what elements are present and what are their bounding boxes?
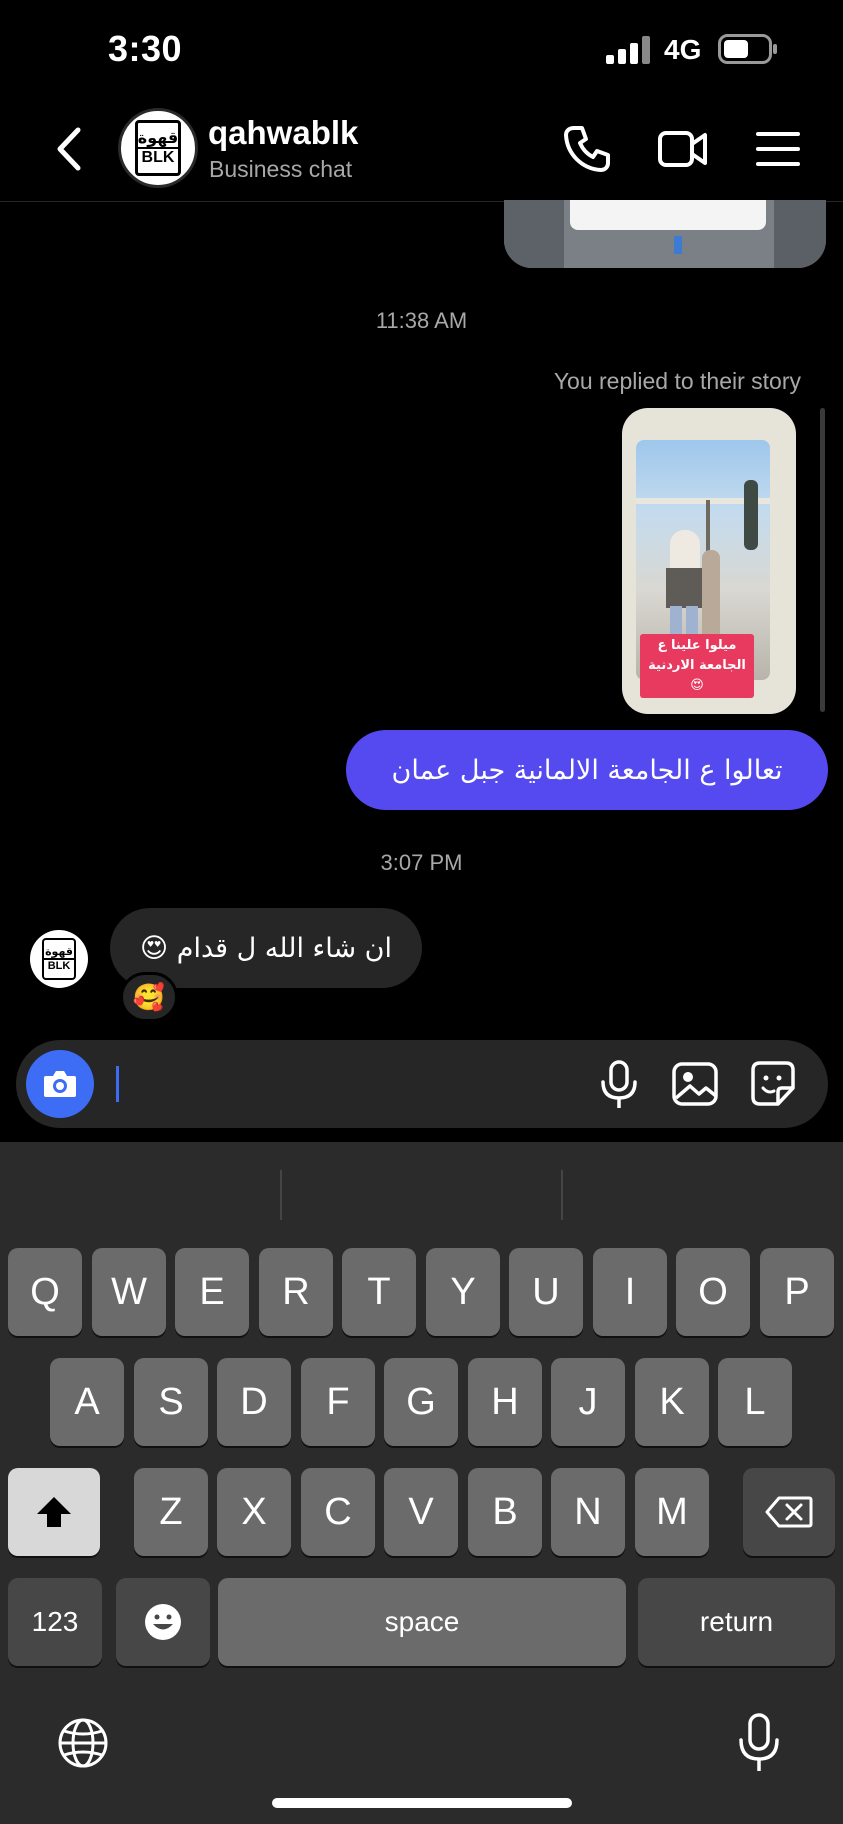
backspace-key[interactable] bbox=[743, 1468, 835, 1556]
status-time: 3:30 bbox=[108, 28, 183, 69]
emoji-icon bbox=[145, 1604, 181, 1640]
sticker-icon[interactable] bbox=[748, 1058, 798, 1110]
previous-media-message[interactable] bbox=[504, 200, 826, 268]
story-caption: ميلوا علينا ع الجامعة الاردنية 😍 bbox=[640, 634, 754, 698]
return-key[interactable]: return bbox=[638, 1578, 835, 1666]
dictation-microphone-icon[interactable] bbox=[736, 1712, 782, 1774]
chat-subtitle: Business chat bbox=[209, 156, 353, 182]
network-type: 4G bbox=[664, 34, 702, 65]
sender-avatar[interactable]: قهوة BLK bbox=[30, 930, 88, 988]
key-l[interactable]: L bbox=[718, 1358, 792, 1446]
suggestion-divider bbox=[561, 1170, 563, 1220]
space-key[interactable]: space bbox=[218, 1578, 626, 1666]
key-z[interactable]: Z bbox=[134, 1468, 208, 1556]
menu-icon[interactable] bbox=[752, 122, 806, 176]
home-indicator[interactable] bbox=[272, 1798, 572, 1808]
key-e[interactable]: E bbox=[175, 1248, 249, 1336]
outgoing-message[interactable]: تعالوا ع الجامعة الالمانية جبل عمان bbox=[346, 730, 828, 810]
keyboard: Q W E R T Y U I O P A S D F G H J K L Z … bbox=[0, 1142, 843, 1824]
cellular-signal-icon bbox=[606, 36, 652, 64]
key-s[interactable]: S bbox=[134, 1358, 208, 1446]
timestamp: 11:38 AM bbox=[375, 308, 468, 333]
text-cursor bbox=[116, 1066, 119, 1102]
key-v[interactable]: V bbox=[384, 1468, 458, 1556]
key-c[interactable]: C bbox=[301, 1468, 375, 1556]
key-o[interactable]: O bbox=[676, 1248, 750, 1336]
story-reply-label: You replied to their story bbox=[553, 368, 801, 394]
emoji-key[interactable] bbox=[116, 1578, 210, 1666]
avatar[interactable]: قهوة BLK bbox=[118, 108, 198, 188]
backspace-icon bbox=[765, 1496, 813, 1528]
key-i[interactable]: I bbox=[593, 1248, 667, 1336]
key-h[interactable]: H bbox=[468, 1358, 542, 1446]
key-j[interactable]: J bbox=[551, 1358, 625, 1446]
key-a[interactable]: A bbox=[50, 1358, 124, 1446]
chat-title[interactable]: qahwablk bbox=[208, 114, 358, 152]
key-n[interactable]: N bbox=[551, 1468, 625, 1556]
key-f[interactable]: F bbox=[301, 1358, 375, 1446]
key-q[interactable]: Q bbox=[8, 1248, 82, 1336]
key-g[interactable]: G bbox=[384, 1358, 458, 1446]
key-w[interactable]: W bbox=[92, 1248, 166, 1336]
key-b[interactable]: B bbox=[468, 1468, 542, 1556]
numbers-key[interactable]: 123 bbox=[8, 1578, 102, 1666]
key-r[interactable]: R bbox=[259, 1248, 333, 1336]
suggestion-divider bbox=[280, 1170, 282, 1220]
scrollbar[interactable] bbox=[820, 408, 825, 712]
message-reaction[interactable]: 🥰 bbox=[120, 972, 178, 1022]
phone-icon[interactable] bbox=[560, 122, 614, 176]
battery-icon bbox=[718, 34, 777, 64]
video-call-icon[interactable] bbox=[656, 122, 710, 176]
key-y[interactable]: Y bbox=[426, 1248, 500, 1336]
key-p[interactable]: P bbox=[760, 1248, 834, 1336]
chat-header: قهوة BLK qahwablk Business chat bbox=[0, 96, 843, 202]
message-composer[interactable] bbox=[16, 1040, 828, 1128]
key-m[interactable]: M bbox=[635, 1468, 709, 1556]
key-d[interactable]: D bbox=[217, 1358, 291, 1446]
globe-icon[interactable] bbox=[56, 1716, 110, 1770]
key-t[interactable]: T bbox=[342, 1248, 416, 1336]
key-x[interactable]: X bbox=[217, 1468, 291, 1556]
timestamp: 3:07 PM bbox=[380, 850, 463, 875]
shift-key[interactable] bbox=[8, 1468, 100, 1556]
camera-icon bbox=[44, 1071, 76, 1097]
brand-logo: قهوة BLK bbox=[42, 938, 76, 980]
brand-logo: قهوة BLK bbox=[135, 120, 181, 176]
microphone-icon[interactable] bbox=[594, 1058, 644, 1110]
back-arrow-icon[interactable] bbox=[48, 124, 92, 174]
story-reply-preview[interactable]: ميلوا علينا ع الجامعة الاردنية 😍 bbox=[622, 408, 796, 714]
camera-button[interactable] bbox=[26, 1050, 94, 1118]
shift-icon bbox=[37, 1497, 71, 1527]
key-u[interactable]: U bbox=[509, 1248, 583, 1336]
key-k[interactable]: K bbox=[635, 1358, 709, 1446]
gallery-icon[interactable] bbox=[670, 1058, 720, 1110]
